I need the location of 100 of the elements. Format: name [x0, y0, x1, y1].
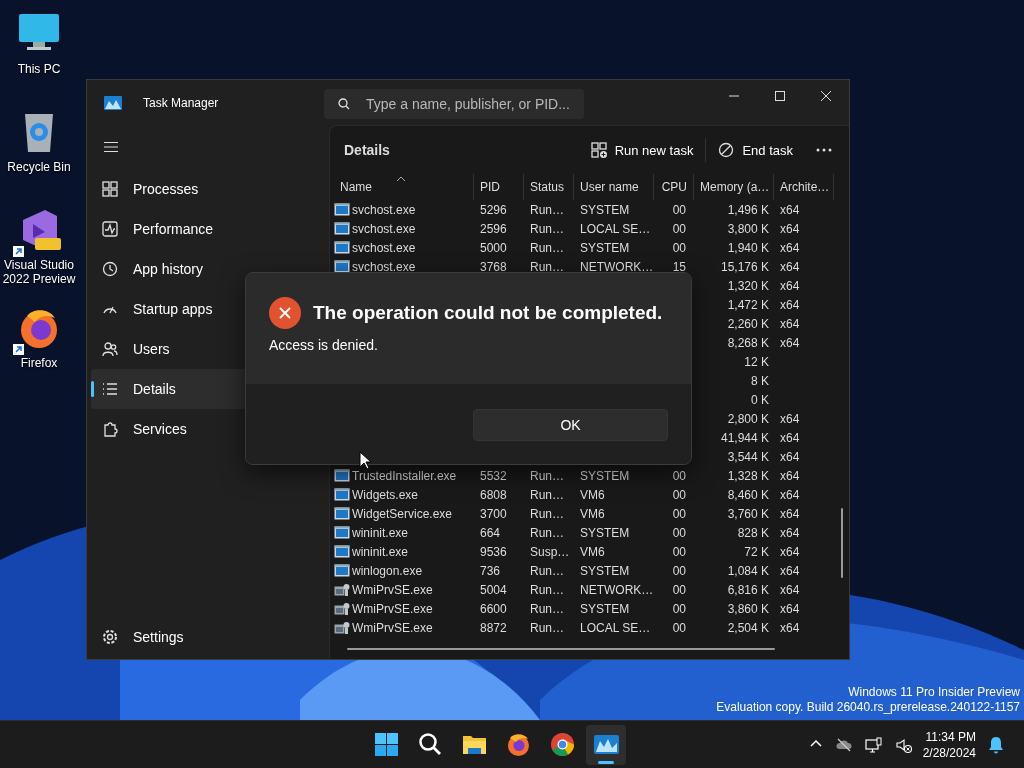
watermark-text: Evaluation copy. Build 26040.rs_prerelease.240122-1157 [716, 700, 1020, 715]
table-cell: 9536 [480, 544, 507, 559]
desktop-icon-label[interactable]: Recycle Bin [7, 160, 71, 174]
table-cell: Run… [530, 487, 564, 502]
table-cell: 12 K [744, 354, 769, 369]
desktop-icon-label[interactable]: This PC [17, 62, 61, 76]
window-icon [334, 488, 350, 501]
table-cell: 00 [672, 506, 686, 521]
table-cell: 00 [672, 620, 686, 635]
monitor-network-icon[interactable] [864, 736, 883, 753]
column-header[interactable]: Status [524, 174, 574, 200]
gear-window-icon [334, 583, 350, 596]
table-cell: SYSTEM [580, 563, 630, 578]
app-icon [104, 95, 122, 110]
table-cell: 8872 [480, 620, 507, 635]
vertical-scrollbar[interactable] [841, 508, 843, 578]
search-field[interactable]: Type a name, publisher, or PID... [324, 88, 584, 119]
table-cell: wininit.exe [352, 525, 409, 540]
table-cell: SYSTEM [580, 240, 630, 255]
table-cell: x64 [780, 620, 800, 635]
column-header[interactable]: CPU [654, 174, 694, 200]
table-cell: 6600 [480, 601, 507, 616]
table-cell: TrustedInstaller.exe [352, 468, 457, 483]
table-cell: 00 [672, 544, 686, 559]
cursor-icon [359, 451, 371, 470]
list-icon [102, 381, 118, 397]
table-cell: 8,268 K [727, 335, 769, 350]
table-cell: winlogon.exe [352, 563, 423, 578]
column-header[interactable]: Archite… [774, 174, 834, 200]
users-icon [102, 341, 118, 357]
table-cell: x64 [780, 449, 800, 464]
toolbar-button[interactable]: Run new task [582, 136, 702, 164]
table-cell: 6,816 K [727, 582, 769, 597]
search-icon [417, 732, 443, 757]
column-header[interactable]: Name [330, 174, 474, 200]
toolbar-button[interactable]: End task [710, 136, 801, 164]
table-cell: x64 [780, 297, 800, 312]
table-cell: x64 [780, 563, 800, 578]
table-cell: 5000 [480, 240, 507, 255]
error-icon [269, 297, 301, 329]
table-cell: 00 [672, 240, 686, 255]
window-icon [334, 222, 350, 235]
table-cell: x64 [780, 582, 800, 597]
table-cell: x64 [780, 506, 800, 521]
performance-icon [102, 221, 118, 237]
table-cell: 3700 [480, 506, 507, 521]
menu-icon[interactable] [103, 141, 119, 153]
sidebar-item[interactable]: App history [91, 249, 329, 289]
table-cell: 00 [672, 468, 686, 483]
table-cell: NETWORK… [580, 582, 654, 597]
table-cell: SYSTEM [580, 601, 630, 616]
search-icon [338, 97, 350, 110]
table-cell: 8 K [751, 373, 769, 388]
table-cell: 5004 [480, 582, 507, 597]
table-cell: x64 [780, 240, 800, 255]
table-cell: 3768 [480, 259, 507, 274]
running-indicator [598, 760, 615, 764]
table-cell: 2,260 K [727, 316, 769, 331]
table-cell: 828 K [737, 525, 769, 540]
taskbar-app[interactable] [586, 724, 627, 765]
table-cell: 00 [672, 582, 686, 597]
column-header[interactable]: Memory (a… [694, 174, 774, 200]
table-cell: WmiPrvSE.exe [352, 620, 433, 635]
horizontal-scrollbar[interactable] [347, 648, 775, 650]
table-cell: wininit.exe [352, 544, 409, 559]
selection-indicator [91, 381, 94, 397]
window-icon [334, 203, 350, 216]
column-header[interactable]: User name [574, 174, 654, 200]
table-cell: 00 [672, 202, 686, 217]
dialog-message: Access is denied. [269, 337, 379, 353]
table-cell: x64 [780, 487, 800, 502]
table-cell: 6808 [480, 487, 507, 502]
table-cell: x64 [780, 601, 800, 616]
sidebar-item[interactable]: Settings [91, 617, 329, 657]
table-cell: LOCAL SE… [580, 620, 651, 635]
sidebar-item[interactable]: Processes [91, 169, 329, 209]
table-cell: Run… [530, 506, 564, 521]
puzzle-icon [102, 421, 118, 437]
column-header[interactable]: PID [474, 174, 524, 200]
processes-icon [102, 181, 118, 197]
sidebar-item[interactable]: Performance [91, 209, 329, 249]
table-cell: WmiPrvSE.exe [352, 582, 433, 597]
clock-icon [102, 261, 118, 277]
table-cell: 1,940 K [727, 240, 769, 255]
bell-icon[interactable] [988, 735, 1004, 754]
desktop-icon-label[interactable]: Firefox [20, 356, 58, 370]
desktop-icon-label[interactable]: Visual Studio 2022 Preview [0, 258, 78, 286]
ok-button[interactable]: OK [473, 409, 668, 441]
run-task-icon [590, 142, 607, 158]
speaker-muted-icon[interactable] [894, 736, 913, 753]
table-cell: 5296 [480, 202, 507, 217]
table-cell: 8,460 K [727, 487, 769, 502]
table-cell: x64 [780, 544, 800, 559]
settings-icon [102, 629, 118, 645]
clock[interactable]: 11:34 PM 2/28/2024 [922, 728, 976, 761]
cloud-icon[interactable] [834, 736, 853, 753]
table-cell: 15,176 K [720, 259, 769, 274]
sidebar-item[interactable]: Services [91, 409, 329, 449]
table-cell: Run… [530, 202, 564, 217]
table-cell: WidgetService.exe [352, 506, 453, 521]
